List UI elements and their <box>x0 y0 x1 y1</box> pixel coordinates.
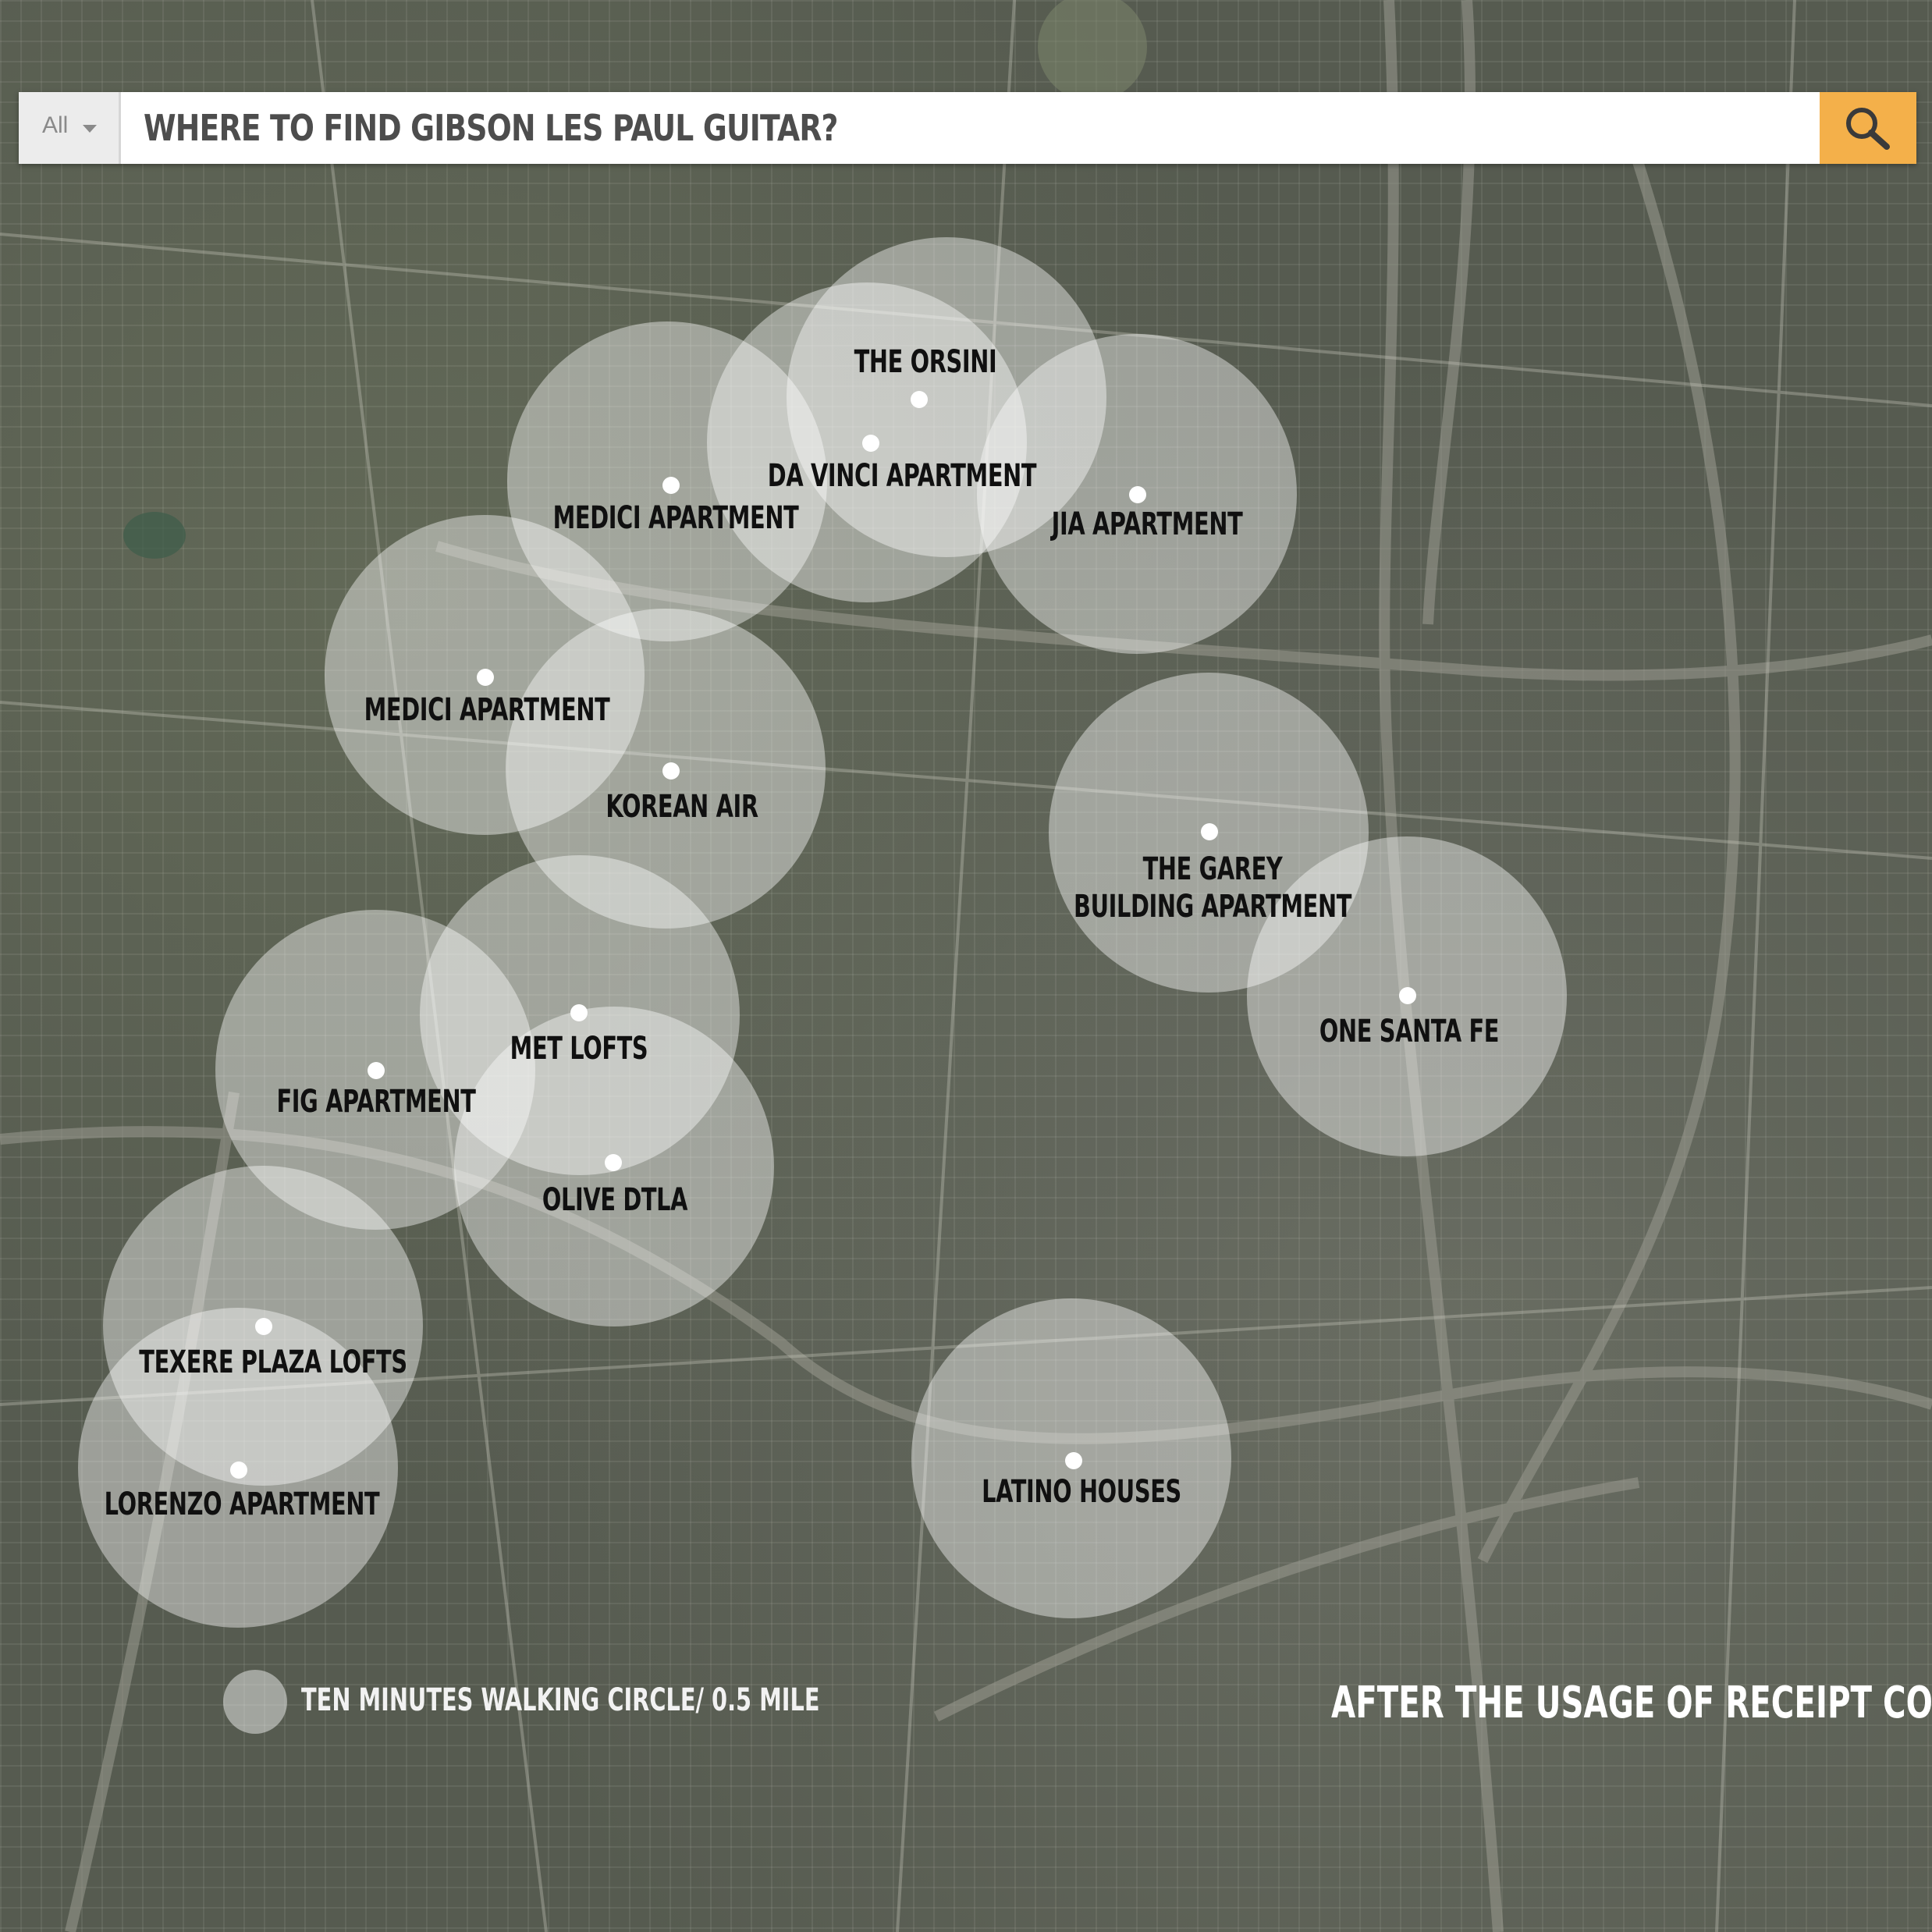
place-label-fig-apartment: FIG APARTMENT <box>276 1084 476 1120</box>
search-button[interactable] <box>1820 92 1916 164</box>
category-dropdown[interactable]: All <box>19 92 121 164</box>
location-dot[interactable] <box>570 1004 588 1021</box>
place-label-medici-apartment: MEDICI APARTMENT <box>552 500 799 536</box>
chevron-down-icon <box>83 125 97 133</box>
location-dot[interactable] <box>1129 486 1146 503</box>
search-icon <box>1846 108 1890 150</box>
legend-circle-swatch <box>223 1670 287 1734</box>
location-dot[interactable] <box>662 762 680 780</box>
place-label-olive-dtla: OLIVE DTLA <box>542 1182 688 1218</box>
location-dot[interactable] <box>230 1461 247 1479</box>
place-label-the-orsini: THE ORSINI <box>854 344 997 380</box>
map-caption: AFTER THE USAGE OF RECEIPT COIN <box>1331 1678 1932 1728</box>
location-dot[interactable] <box>662 477 680 494</box>
search-input[interactable] <box>144 92 1500 164</box>
location-dot[interactable] <box>1399 987 1416 1004</box>
location-dot[interactable] <box>477 669 494 686</box>
place-label-jia-apartment: JIA APARTMENT <box>1051 506 1243 542</box>
place-label-one-santa-fe: ONE SANTA FE <box>1319 1014 1500 1049</box>
location-dot[interactable] <box>255 1318 272 1335</box>
place-label-da-vinci-apartment: DA VINCI APARTMENT <box>767 458 1037 494</box>
location-dot[interactable] <box>911 391 928 408</box>
place-label-medici-apartment-2: MEDICI APARTMENT <box>364 692 610 728</box>
category-label: All <box>42 112 69 138</box>
search-bar: All <box>19 92 1916 164</box>
location-dot[interactable] <box>1201 823 1218 840</box>
place-label-the-garey-building-apartment: THE GAREY BUILDING APARTMENT <box>1074 851 1351 925</box>
place-label-latino-houses: LATINO HOUSES <box>982 1474 1181 1510</box>
place-label-met-lofts: MET LOFTS <box>510 1031 648 1067</box>
place-label-texere-plaza-lofts: TEXERE PLAZA LOFTS <box>139 1344 407 1380</box>
place-label-lorenzo-apartment: LORENZO APARTMENT <box>104 1486 380 1522</box>
location-dot[interactable] <box>1065 1452 1082 1469</box>
location-dot[interactable] <box>368 1062 385 1079</box>
place-label-korean-air: KOREAN AIR <box>606 789 758 825</box>
legend-label: TEN MINUTES WALKING CIRCLE/ 0.5 MILE <box>301 1682 820 1718</box>
location-dot[interactable] <box>862 435 879 452</box>
location-dot[interactable] <box>605 1154 622 1171</box>
